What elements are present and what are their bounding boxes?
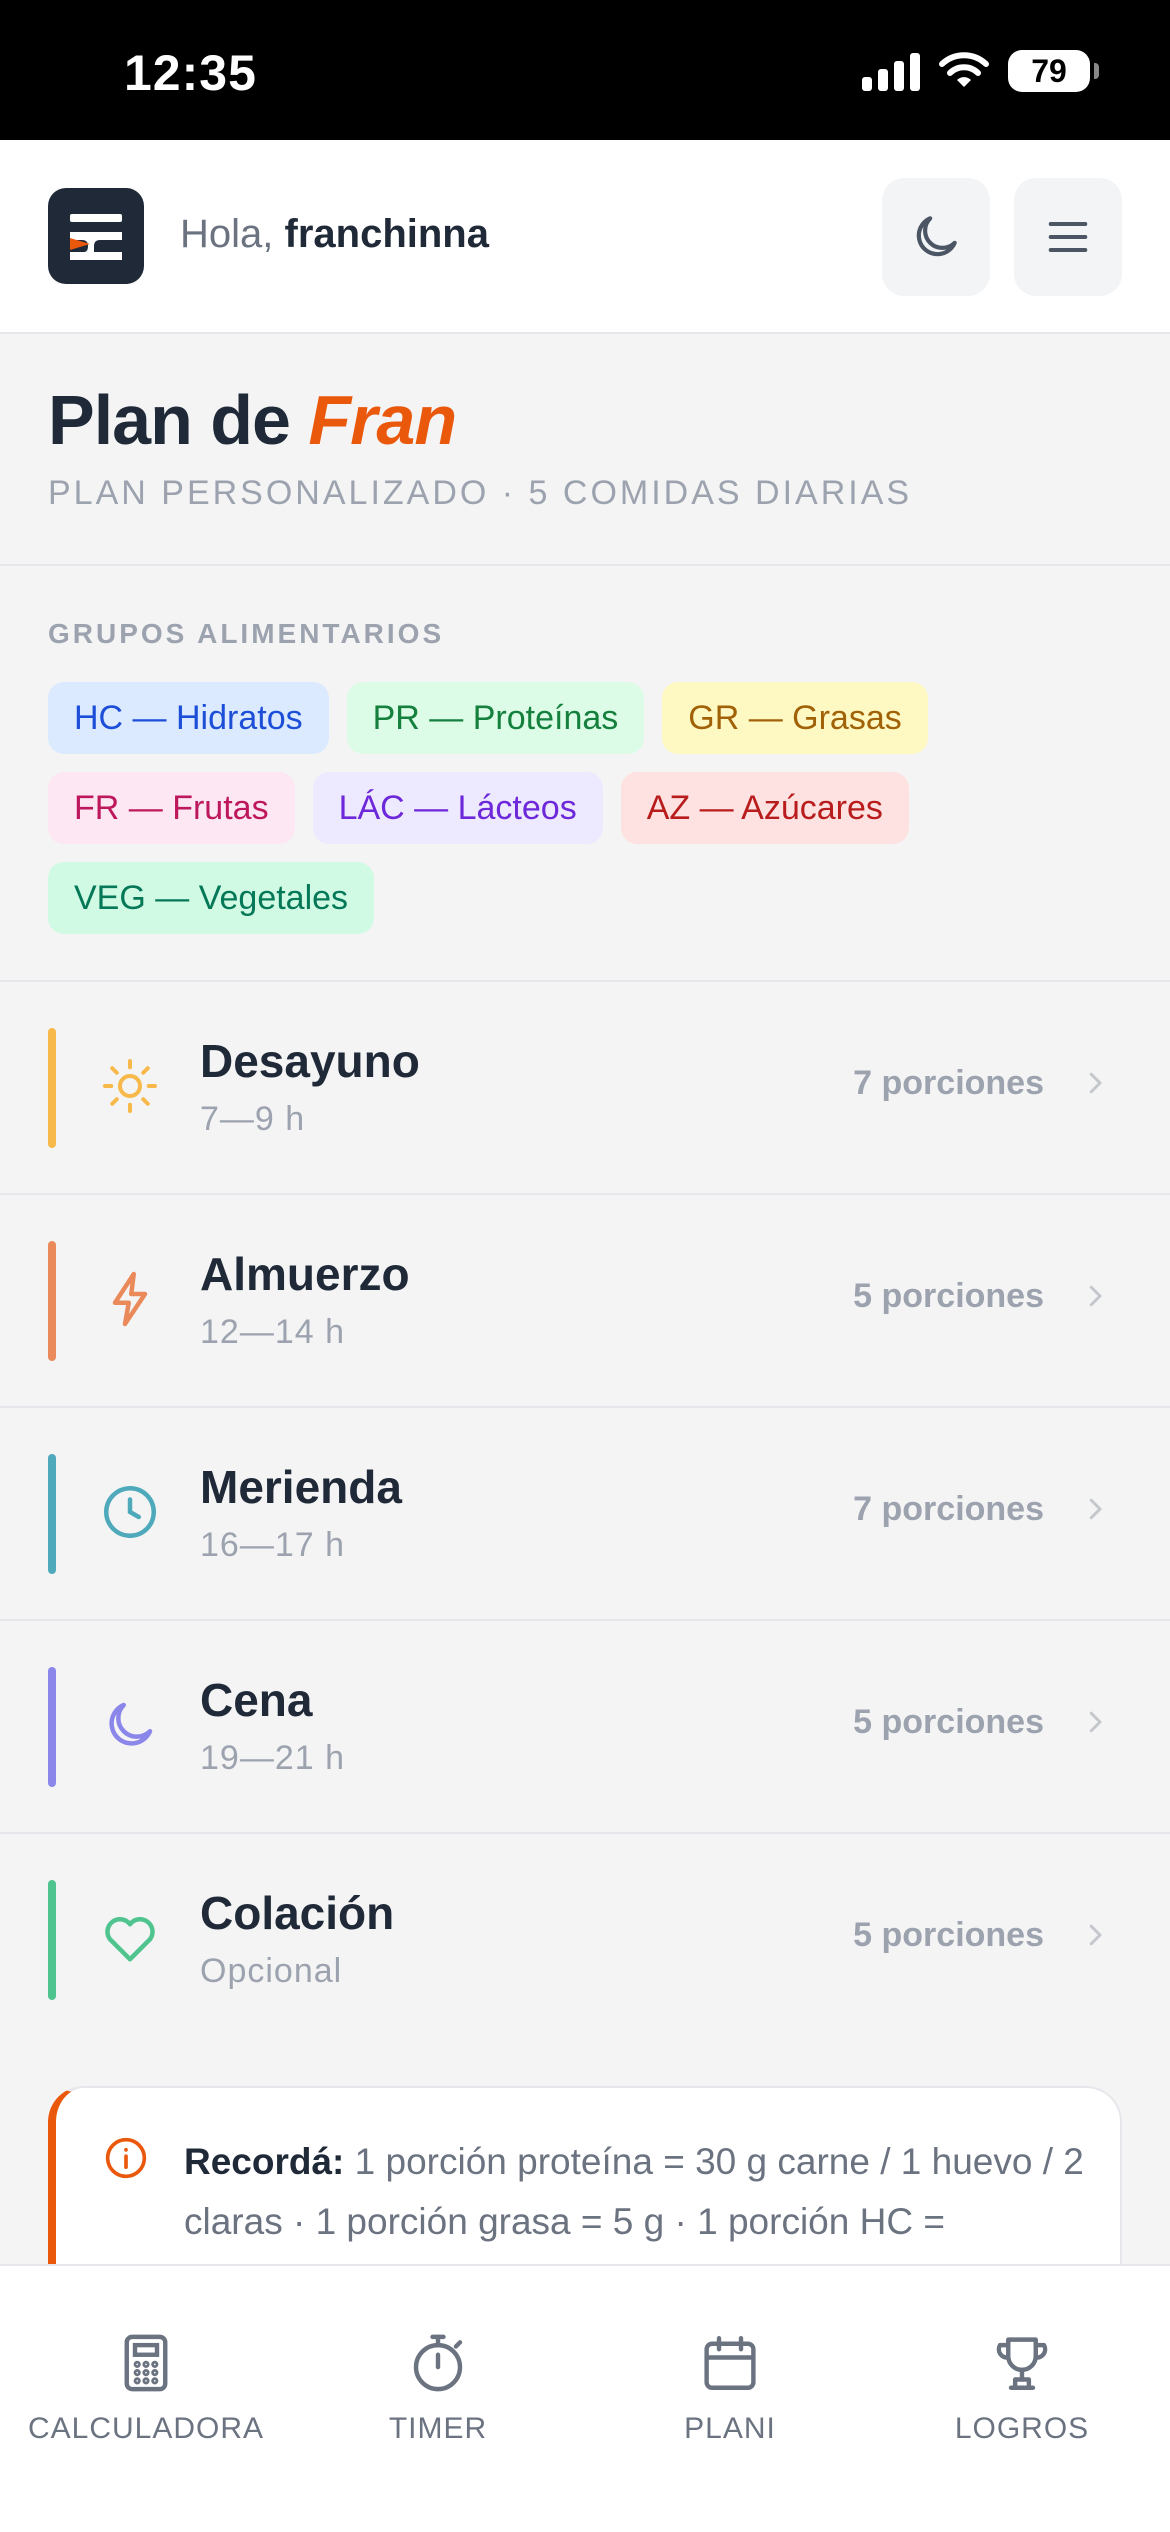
theme-toggle-button[interactable]: [882, 178, 990, 296]
nav-label: PLANI: [684, 2412, 776, 2445]
nav-item-plani[interactable]: PLANI: [584, 2330, 876, 2446]
meal-list: Desayuno 7—9 h 7 porciones Almuerzo 12—14 h 5…: [0, 982, 1170, 2047]
calculator-icon: [124, 2334, 168, 2392]
nav-label: TIMER: [388, 2412, 488, 2445]
meal-row-colacion[interactable]: Colación Opcional 5 porciones: [0, 1834, 1170, 2047]
meal-row-cena[interactable]: Cena 19—21 h 5 porciones: [0, 1621, 1170, 1834]
menu-button[interactable]: [1014, 178, 1122, 296]
meal-time: 12—14 h: [200, 1313, 345, 1351]
food-group-chip: PR — Proteínas: [346, 682, 645, 754]
app-logo[interactable]: [48, 188, 144, 284]
meal-portions: 5 porciones: [853, 1277, 1044, 1315]
status-icons: 79: [862, 50, 1099, 92]
sun-icon: [100, 1056, 160, 1116]
meal-portions: 7 porciones: [853, 1064, 1044, 1102]
meal-accent-bar: [48, 1241, 56, 1361]
nav-item-calculadora[interactable]: CALCULADORA: [0, 2330, 292, 2446]
heart-icon: [100, 1908, 160, 1968]
meal-time: 16—17 h: [200, 1526, 345, 1564]
meal-name: Almuerzo: [200, 1248, 410, 1300]
nav-item-logros[interactable]: LOGROS: [876, 2330, 1168, 2446]
reminder-label: Recordá:: [184, 2141, 345, 2182]
meal-accent-bar: [48, 1667, 56, 1787]
title-prefix: Plan de: [48, 381, 291, 459]
page-title: Plan de Fran: [48, 380, 457, 460]
meal-portions: 5 porciones: [853, 1703, 1044, 1741]
logo-icon: [70, 214, 122, 260]
nav-label: CALCULADORA: [27, 2412, 265, 2445]
food-group-chip: GR — Grasas: [662, 682, 928, 754]
reminder-text: Recordá: 1 porción proteína = 30 g carne…: [184, 2132, 1084, 2252]
meal-row-merienda[interactable]: Merienda 16—17 h 7 porciones: [0, 1408, 1170, 1621]
meal-row-desayuno[interactable]: Desayuno 7—9 h 7 porciones: [0, 982, 1170, 1195]
food-group-chip: VEG — Vegetales: [48, 862, 375, 934]
food-group-chip: HC — Hidratos: [48, 682, 329, 754]
meal-time: 19—21 h: [200, 1739, 345, 1777]
chevron-right-icon: [1089, 1072, 1102, 1094]
greeting-prefix: Hola,: [180, 212, 274, 256]
chevron-right-icon: [1089, 1711, 1102, 1733]
title-name: Fran: [308, 381, 457, 459]
moon-icon: [916, 216, 957, 257]
trophy-icon: [996, 2337, 1048, 2390]
chevron-right-icon: [1089, 1498, 1102, 1520]
meal-name: Desayuno: [200, 1035, 420, 1087]
food-group-chips: HC — Hidratos PR — Proteínas GR — Grasas FR…: [48, 682, 1068, 934]
chevron-right-icon: [1089, 1924, 1102, 1946]
stopwatch-icon: [413, 2334, 463, 2392]
food-groups-label: GRUPOS ALIMENTARIOS: [48, 618, 445, 649]
greeting: Hola, franchinna: [180, 212, 489, 257]
info-icon: [105, 2137, 147, 2179]
meal-accent-bar: [48, 1880, 56, 2000]
meal-time: 7—9 h: [200, 1100, 306, 1138]
status-time: 12:35: [124, 45, 257, 101]
username: franchinna: [284, 212, 489, 256]
plan-section: Plan de Fran PLAN PERSONALIZADO · 5 COMI…: [0, 336, 1170, 566]
calendar-icon: [704, 2336, 756, 2390]
lightning-icon: [100, 1269, 160, 1329]
wifi-icon: [939, 52, 989, 87]
food-group-chip: FR — Frutas: [48, 772, 295, 844]
meal-time: Opcional: [200, 1952, 343, 1990]
status-bar: 12:35 79: [0, 0, 1170, 140]
app-header: Hola, franchinna: [0, 140, 1170, 334]
bottom-nav: CALCULADORA TIMER PLANI LOGROS: [0, 2264, 1170, 2532]
moon-icon: [100, 1695, 160, 1755]
nav-label: LOGROS: [954, 2412, 1090, 2445]
hamburger-icon: [1048, 222, 1088, 252]
meal-portions: 5 porciones: [853, 1916, 1044, 1954]
plan-subtitle: PLAN PERSONALIZADO · 5 COMIDAS DIARIAS: [48, 474, 913, 512]
meal-row-almuerzo[interactable]: Almuerzo 12—14 h 5 porciones: [0, 1195, 1170, 1408]
clock-icon: [100, 1482, 160, 1542]
food-group-chip: LÁC — Lácteos: [312, 772, 603, 844]
meal-name: Colación: [200, 1887, 395, 1939]
food-groups-section: GRUPOS ALIMENTARIOS HC — Hidratos PR — Pr…: [0, 566, 1170, 982]
chevron-right-icon: [1089, 1285, 1102, 1307]
nav-item-timer[interactable]: TIMER: [292, 2330, 584, 2446]
food-group-chip: AZ — Azúcares: [620, 772, 909, 844]
meal-accent-bar: [48, 1028, 56, 1148]
battery-icon: 79: [1008, 50, 1099, 92]
meal-name: Merienda: [200, 1461, 402, 1513]
meal-accent-bar: [48, 1454, 56, 1574]
meal-portions: 7 porciones: [853, 1490, 1044, 1528]
meal-name: Cena: [200, 1674, 313, 1726]
signal-icon: [862, 51, 920, 91]
